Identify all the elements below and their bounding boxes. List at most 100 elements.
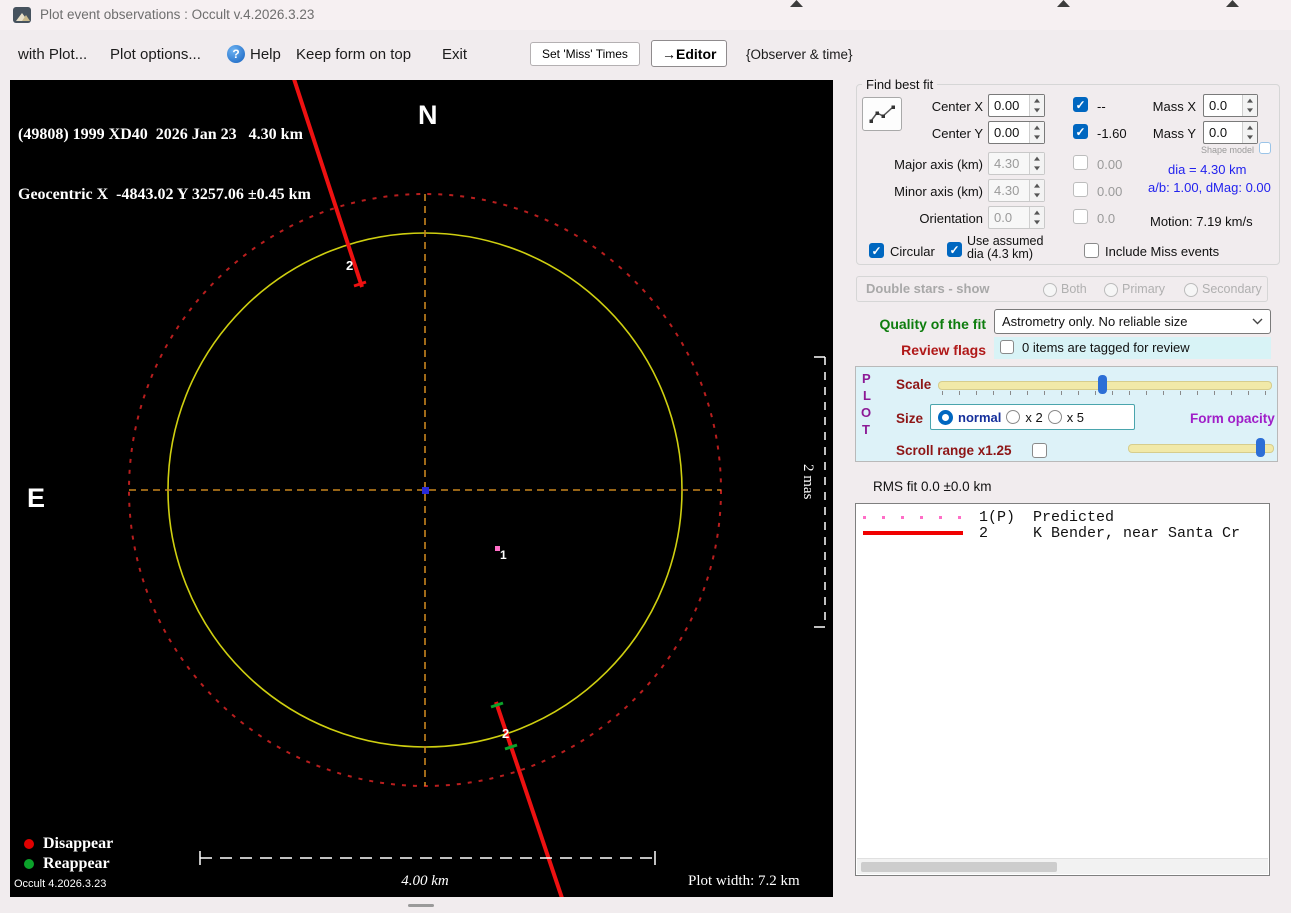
chevron-down-icon	[1252, 318, 1263, 325]
observer-time-label[interactable]: {Observer & time}	[746, 47, 853, 62]
spinner-up-icon[interactable]	[1030, 95, 1044, 106]
horizontal-scrollbar[interactable]	[857, 858, 1268, 874]
minor-axis-checkbox[interactable]	[1073, 182, 1088, 197]
spinner-down-icon[interactable]	[1243, 132, 1257, 143]
orientation-flag-label: 0.0	[1097, 211, 1116, 226]
spinner-down-icon[interactable]	[1030, 132, 1044, 143]
menu-with-plot[interactable]: with Plot...	[18, 46, 87, 63]
minor-axis-value: 4.30	[994, 183, 1020, 198]
spinner-up-icon[interactable]	[1243, 122, 1257, 133]
mass-x-input[interactable]: 0.0	[1203, 94, 1258, 117]
slider-thumb[interactable]	[1256, 438, 1265, 457]
shape-model-label: Shape model	[1200, 145, 1254, 155]
primary-radio[interactable]	[1104, 283, 1118, 297]
review-flags-label: Review flags	[901, 342, 986, 358]
legend-reappear-label: Reappear	[43, 855, 110, 872]
chord-label-lower: 2	[502, 726, 510, 741]
minor-axis-label: Minor axis (km)	[894, 184, 983, 199]
center-y-spinner[interactable]	[1029, 122, 1044, 143]
minor-axis-input: 4.30	[988, 179, 1045, 202]
slider-track[interactable]	[1128, 444, 1274, 453]
motion-info: Motion: 7.19 km/s	[1150, 214, 1253, 229]
review-flags-text: 0 items are tagged for review	[1022, 340, 1190, 355]
spinner-down-icon[interactable]	[1030, 105, 1044, 116]
chord-line-sample	[863, 531, 963, 535]
legend-disappear-label: Disappear	[43, 835, 114, 852]
menu-keep-form-on-top[interactable]: Keep form on top	[296, 46, 411, 63]
east-label: E	[27, 483, 46, 513]
set-miss-times-button[interactable]: Set 'Miss' Times	[530, 42, 640, 66]
both-radio[interactable]	[1043, 283, 1057, 297]
shape-model-checkbox[interactable]	[1259, 142, 1271, 154]
secondary-radio[interactable]	[1184, 283, 1198, 297]
mass-x-spinner[interactable]	[1242, 95, 1257, 116]
orientation-input: 0.0	[988, 206, 1045, 229]
fit-y-checkbox[interactable]: ✓	[1073, 124, 1088, 139]
form-opacity-label[interactable]: Form opacity	[1190, 411, 1275, 426]
legend-disappear: Disappear	[24, 834, 113, 854]
mass-x-value: 0.0	[1209, 98, 1228, 113]
major-axis-value: 4.30	[994, 156, 1020, 171]
center-y-value: 0.00	[994, 125, 1020, 140]
help-icon[interactable]: ?	[227, 45, 245, 63]
disappear-tick	[353, 280, 367, 288]
observation-row-chord[interactable]: 2 K Bender, near Santa Cr	[856, 525, 1269, 542]
center-x-input[interactable]: 0.00	[988, 94, 1045, 117]
background-window-artifact	[1226, 0, 1239, 7]
plot-canvas[interactable]: (49808) 1999 XD40 2026 Jan 23 4.30 km Ge…	[10, 80, 833, 897]
spinner-up-icon[interactable]	[1243, 95, 1257, 106]
slider-thumb[interactable]	[1098, 375, 1107, 394]
major-axis-flag-label: 0.00	[1097, 157, 1123, 172]
object-title: (49808) 1999 XD40 2026 Jan 23 4.30 km	[18, 126, 303, 143]
quality-of-fit-dropdown[interactable]: Astrometry only. No reliable size	[994, 309, 1271, 334]
center-x-value: 0.00	[994, 98, 1020, 113]
scale-bar-label: 4.00 km	[401, 873, 449, 889]
scale-slider[interactable]	[938, 374, 1272, 396]
menu-plot-options[interactable]: Plot options...	[110, 46, 201, 63]
form-opacity-slider[interactable]	[1128, 437, 1274, 459]
spinner-up-icon	[1030, 180, 1044, 191]
major-axis-checkbox[interactable]	[1073, 155, 1088, 170]
size-x5-radio[interactable]	[1047, 410, 1062, 424]
menu-exit[interactable]: Exit	[442, 46, 467, 63]
orientation-checkbox[interactable]	[1073, 209, 1088, 224]
size-x2-radio[interactable]	[1006, 410, 1021, 424]
scroll-range-label: Scroll range x1.25	[896, 443, 1012, 458]
scrollbar-thumb[interactable]	[861, 862, 1057, 872]
spinner-down-icon[interactable]	[1243, 105, 1257, 116]
mass-y-input[interactable]: 0.0	[1203, 121, 1258, 144]
orientation-value: 0.0	[994, 210, 1013, 225]
size-x2-label: x 2	[1025, 409, 1043, 425]
size-label: Size	[896, 411, 924, 426]
mas-scale-label: 2 mas	[800, 464, 816, 500]
resize-handle[interactable]	[408, 904, 434, 907]
scroll-range-checkbox[interactable]	[1032, 443, 1047, 458]
major-axis-label: Major axis (km)	[894, 157, 983, 172]
size-normal-radio[interactable]	[938, 409, 953, 425]
use-assumed-dia-checkbox[interactable]: ✓	[947, 242, 962, 257]
background-window-artifact	[1057, 0, 1070, 7]
include-miss-label: Include Miss events	[1105, 244, 1220, 259]
include-miss-checkbox[interactable]	[1084, 243, 1099, 258]
check-icon: ✓	[1075, 125, 1086, 139]
center-x-spinner[interactable]	[1029, 95, 1044, 116]
editor-button[interactable]: →Editor	[651, 40, 728, 67]
diameter-info: dia = 4.30 km	[1168, 162, 1247, 177]
size-x5-label: x 5	[1066, 409, 1085, 425]
center-y-input[interactable]: 0.00	[988, 121, 1045, 144]
spinner-up-icon[interactable]	[1030, 122, 1044, 133]
plot-header: (49808) 1999 XD40 2026 Jan 23 4.30 km Ge…	[18, 85, 311, 245]
observation-row-predicted[interactable]: 1(P) Predicted	[856, 509, 1269, 526]
check-icon: ✓	[871, 244, 882, 258]
circular-checkbox[interactable]: ✓	[869, 243, 884, 258]
mass-y-spinner[interactable]	[1242, 122, 1257, 143]
plot-panel-letter: L	[863, 388, 871, 403]
review-flags-checkbox[interactable]	[1000, 340, 1014, 354]
axis-ratio-info: a/b: 1.00, dMag: 0.00	[1148, 180, 1271, 195]
fit-x-checkbox[interactable]: ✓	[1073, 97, 1088, 112]
observations-list[interactable]: 1(P) Predicted 2 K Bender, near Santa Cr	[855, 503, 1270, 876]
plot-legend: Disappear Reappear	[24, 834, 113, 874]
background-window-artifact	[790, 0, 803, 7]
plot-panel-letter: O	[861, 405, 872, 420]
menu-help[interactable]: Help	[250, 46, 281, 63]
